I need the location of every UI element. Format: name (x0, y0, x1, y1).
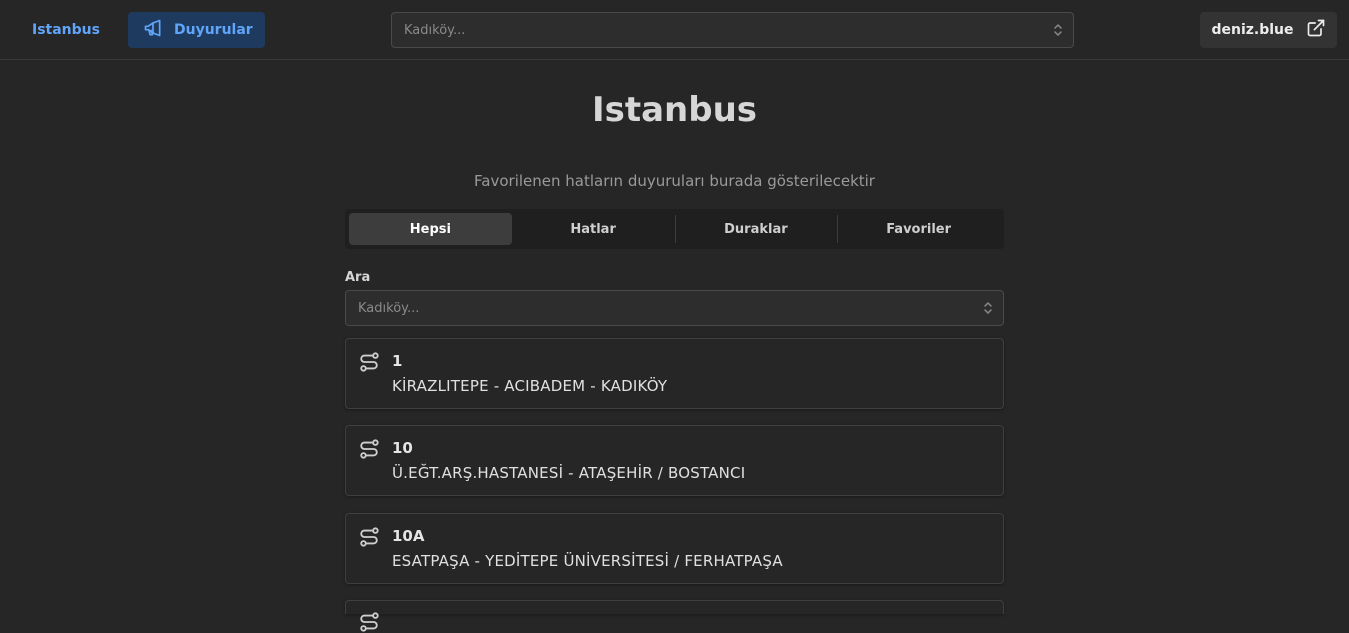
tab-duraklar[interactable]: Duraklar (674, 213, 838, 245)
route-name: Ü.EĞT.ARŞ.HASTANESİ - ATAŞEHİR / BOSTANC… (392, 464, 746, 482)
route-name: ESATPAŞA - YEDİTEPE ÜNİVERSİTESİ / FERHA… (392, 552, 783, 570)
search-label: Ara (345, 270, 371, 285)
route-card[interactable] (345, 600, 1004, 632)
chevron-up-down-icon (984, 302, 992, 314)
route-code: 10 (392, 439, 413, 457)
nav-item-label: Duyurular (174, 22, 253, 38)
route-icon (360, 439, 379, 459)
route-icon (360, 352, 379, 372)
filter-tabs: Hepsi Hatlar Duraklar Favoriler (345, 209, 1004, 249)
route-card[interactable]: 10A ESATPAŞA - YEDİTEPE ÜNİVERSİTESİ / F… (345, 513, 1004, 584)
external-link-button[interactable]: deniz.blue (1200, 12, 1337, 48)
route-icon (360, 612, 379, 632)
route-card[interactable]: 10 Ü.EĞT.ARŞ.HASTANESİ - ATAŞEHİR / BOST… (345, 425, 1004, 496)
external-link-icon (1306, 18, 1326, 42)
top-bar: Istanbus Duyurular Kadıköy... deniz.blue (0, 0, 1349, 60)
page-subtitle: Favorilenen hatların duyuruları burada g… (474, 172, 875, 190)
page-title: Istanbus (591, 90, 758, 130)
search-placeholder: Kadıköy... (358, 300, 420, 316)
route-code: 10A (392, 527, 425, 545)
tab-favoriler[interactable]: Favoriler (837, 213, 1000, 245)
top-search-select[interactable]: Kadıköy... (391, 12, 1074, 48)
nav-item-duyurular[interactable]: Duyurular (128, 12, 265, 48)
route-name: KİRAZLITEPE - ACIBADEM - KADIKÖY (392, 377, 668, 395)
brand-link[interactable]: Istanbus (20, 12, 112, 48)
tab-hatlar[interactable]: Hatlar (512, 213, 675, 245)
route-code: 1 (392, 352, 403, 370)
chevron-up-down-icon (1054, 24, 1062, 36)
route-icon (360, 527, 379, 547)
route-card[interactable]: 1 KİRAZLITEPE - ACIBADEM - KADIKÖY (345, 338, 1004, 409)
search-select[interactable]: Kadıköy... (345, 290, 1004, 326)
external-link-label: deniz.blue (1211, 22, 1294, 38)
megaphone-icon (142, 18, 164, 42)
top-search-placeholder: Kadıköy... (404, 22, 466, 38)
tab-hepsi[interactable]: Hepsi (349, 213, 512, 245)
